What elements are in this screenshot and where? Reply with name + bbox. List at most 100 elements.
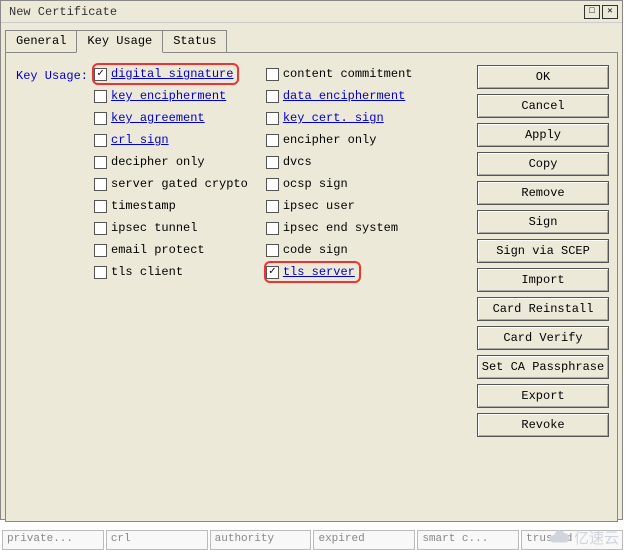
- checkbox-label: crl sign: [111, 133, 169, 147]
- status-smart: smart c...: [417, 530, 519, 550]
- tab-label: Status: [173, 34, 216, 48]
- checkbox-label: key encipherment: [111, 89, 226, 103]
- highlight-box: tls server: [264, 261, 361, 283]
- checkbox[interactable]: [266, 178, 279, 191]
- checkbox-row: ipsec tunnel: [94, 219, 248, 237]
- tab-strip: General Key Usage Status: [5, 29, 622, 52]
- checkbox[interactable]: [266, 244, 279, 257]
- set-ca-passphrase-button[interactable]: Set CA Passphrase: [477, 355, 609, 379]
- checkbox[interactable]: [94, 200, 107, 213]
- checkbox-label: ocsp sign: [283, 177, 348, 191]
- tab-panel-key-usage: Key Usage: digital signature key encipher…: [5, 52, 618, 522]
- checkbox[interactable]: [94, 90, 107, 103]
- checkbox-label: decipher only: [111, 155, 205, 169]
- tab-status[interactable]: Status: [162, 30, 227, 53]
- checkbox-row: data encipherment: [266, 87, 413, 105]
- checkbox-row: tls client: [94, 263, 248, 281]
- remove-button[interactable]: Remove: [477, 181, 609, 205]
- button-column: OK Cancel Apply Copy Remove Sign Sign vi…: [469, 65, 609, 513]
- checkbox-columns: digital signature key encipherment key agr…: [94, 65, 412, 513]
- checkbox[interactable]: [266, 200, 279, 213]
- checkbox-row: content commitment: [266, 65, 413, 83]
- checkbox[interactable]: [266, 68, 279, 81]
- cancel-button[interactable]: Cancel: [477, 94, 609, 118]
- checkbox-label: key cert. sign: [283, 111, 384, 125]
- card-reinstall-button[interactable]: Card Reinstall: [477, 297, 609, 321]
- sign-via-scep-button[interactable]: Sign via SCEP: [477, 239, 609, 263]
- copy-button[interactable]: Copy: [477, 152, 609, 176]
- maximize-button[interactable]: □: [584, 5, 600, 19]
- checkbox-row: key cert. sign: [266, 109, 413, 127]
- status-bar: private... crl authority expired smart c…: [0, 530, 625, 550]
- checkbox-label: code sign: [283, 243, 348, 257]
- titlebar-buttons: □ ✕: [584, 5, 618, 19]
- close-button[interactable]: ✕: [602, 5, 618, 19]
- checkbox-row: code sign: [266, 241, 413, 259]
- checkbox[interactable]: [266, 266, 279, 279]
- status-expired: expired: [313, 530, 415, 550]
- checkbox-label: tls server: [283, 265, 355, 279]
- checkbox-row: key encipherment: [94, 87, 248, 105]
- checkbox[interactable]: [94, 222, 107, 235]
- status-crl: crl: [106, 530, 208, 550]
- apply-button[interactable]: Apply: [477, 123, 609, 147]
- checkbox-label: encipher only: [283, 133, 377, 147]
- checkbox-row: ipsec user: [266, 197, 413, 215]
- checkbox-row: digital signature: [94, 65, 248, 83]
- checkbox-row: ocsp sign: [266, 175, 413, 193]
- checkbox-column-1: digital signature key encipherment key agr…: [94, 65, 248, 513]
- checkbox[interactable]: [94, 68, 107, 81]
- checkbox-label: ipsec user: [283, 199, 355, 213]
- revoke-button[interactable]: Revoke: [477, 413, 609, 437]
- checkbox-column-2: content commitment data encipherment key c…: [266, 65, 413, 513]
- status-private: private...: [2, 530, 104, 550]
- checkbox[interactable]: [94, 112, 107, 125]
- checkbox[interactable]: [94, 156, 107, 169]
- checkbox-label: digital signature: [111, 67, 233, 81]
- checkbox[interactable]: [266, 90, 279, 103]
- checkbox[interactable]: [266, 222, 279, 235]
- checkbox-row: encipher only: [266, 131, 413, 149]
- checkbox-row: tls server: [266, 263, 413, 281]
- checkbox-label: timestamp: [111, 199, 176, 213]
- checkbox-label: tls client: [111, 265, 183, 279]
- titlebar: New Certificate □ ✕: [1, 1, 622, 23]
- checkbox[interactable]: [94, 134, 107, 147]
- key-usage-label: Key Usage:: [14, 65, 94, 513]
- tab-label: Key Usage: [87, 34, 152, 48]
- checkbox[interactable]: [266, 156, 279, 169]
- checkbox-row: crl sign: [94, 131, 248, 149]
- checkbox[interactable]: [94, 266, 107, 279]
- import-button[interactable]: Import: [477, 268, 609, 292]
- tab-label: General: [16, 34, 66, 48]
- tab-key-usage[interactable]: Key Usage: [76, 30, 163, 53]
- checkbox-label: ipsec end system: [283, 221, 398, 235]
- maximize-icon: □: [589, 7, 594, 16]
- checkbox-row: decipher only: [94, 153, 248, 171]
- checkbox[interactable]: [94, 244, 107, 257]
- checkbox-label: server gated crypto: [111, 177, 248, 191]
- window-title: New Certificate: [5, 5, 117, 19]
- checkbox-row: dvcs: [266, 153, 413, 171]
- checkbox-row: key agreement: [94, 109, 248, 127]
- status-authority: authority: [210, 530, 312, 550]
- checkbox[interactable]: [266, 112, 279, 125]
- checkbox-label: content commitment: [283, 67, 413, 81]
- card-verify-button[interactable]: Card Verify: [477, 326, 609, 350]
- checkbox-row: timestamp: [94, 197, 248, 215]
- sign-button[interactable]: Sign: [477, 210, 609, 234]
- cloud-icon: [548, 526, 570, 548]
- watermark: 亿速云: [548, 526, 619, 548]
- checkbox[interactable]: [94, 178, 107, 191]
- checkbox-row: email protect: [94, 241, 248, 259]
- checkbox-row: server gated crypto: [94, 175, 248, 193]
- checkbox-label: ipsec tunnel: [111, 221, 197, 235]
- ok-button[interactable]: OK: [477, 65, 609, 89]
- checkbox-label: dvcs: [283, 155, 312, 169]
- checkbox[interactable]: [266, 134, 279, 147]
- new-certificate-window: New Certificate □ ✕ General Key Usage St…: [0, 0, 623, 520]
- tab-general[interactable]: General: [5, 30, 77, 53]
- export-button[interactable]: Export: [477, 384, 609, 408]
- checkbox-label: data encipherment: [283, 89, 405, 103]
- checkbox-label: key agreement: [111, 111, 205, 125]
